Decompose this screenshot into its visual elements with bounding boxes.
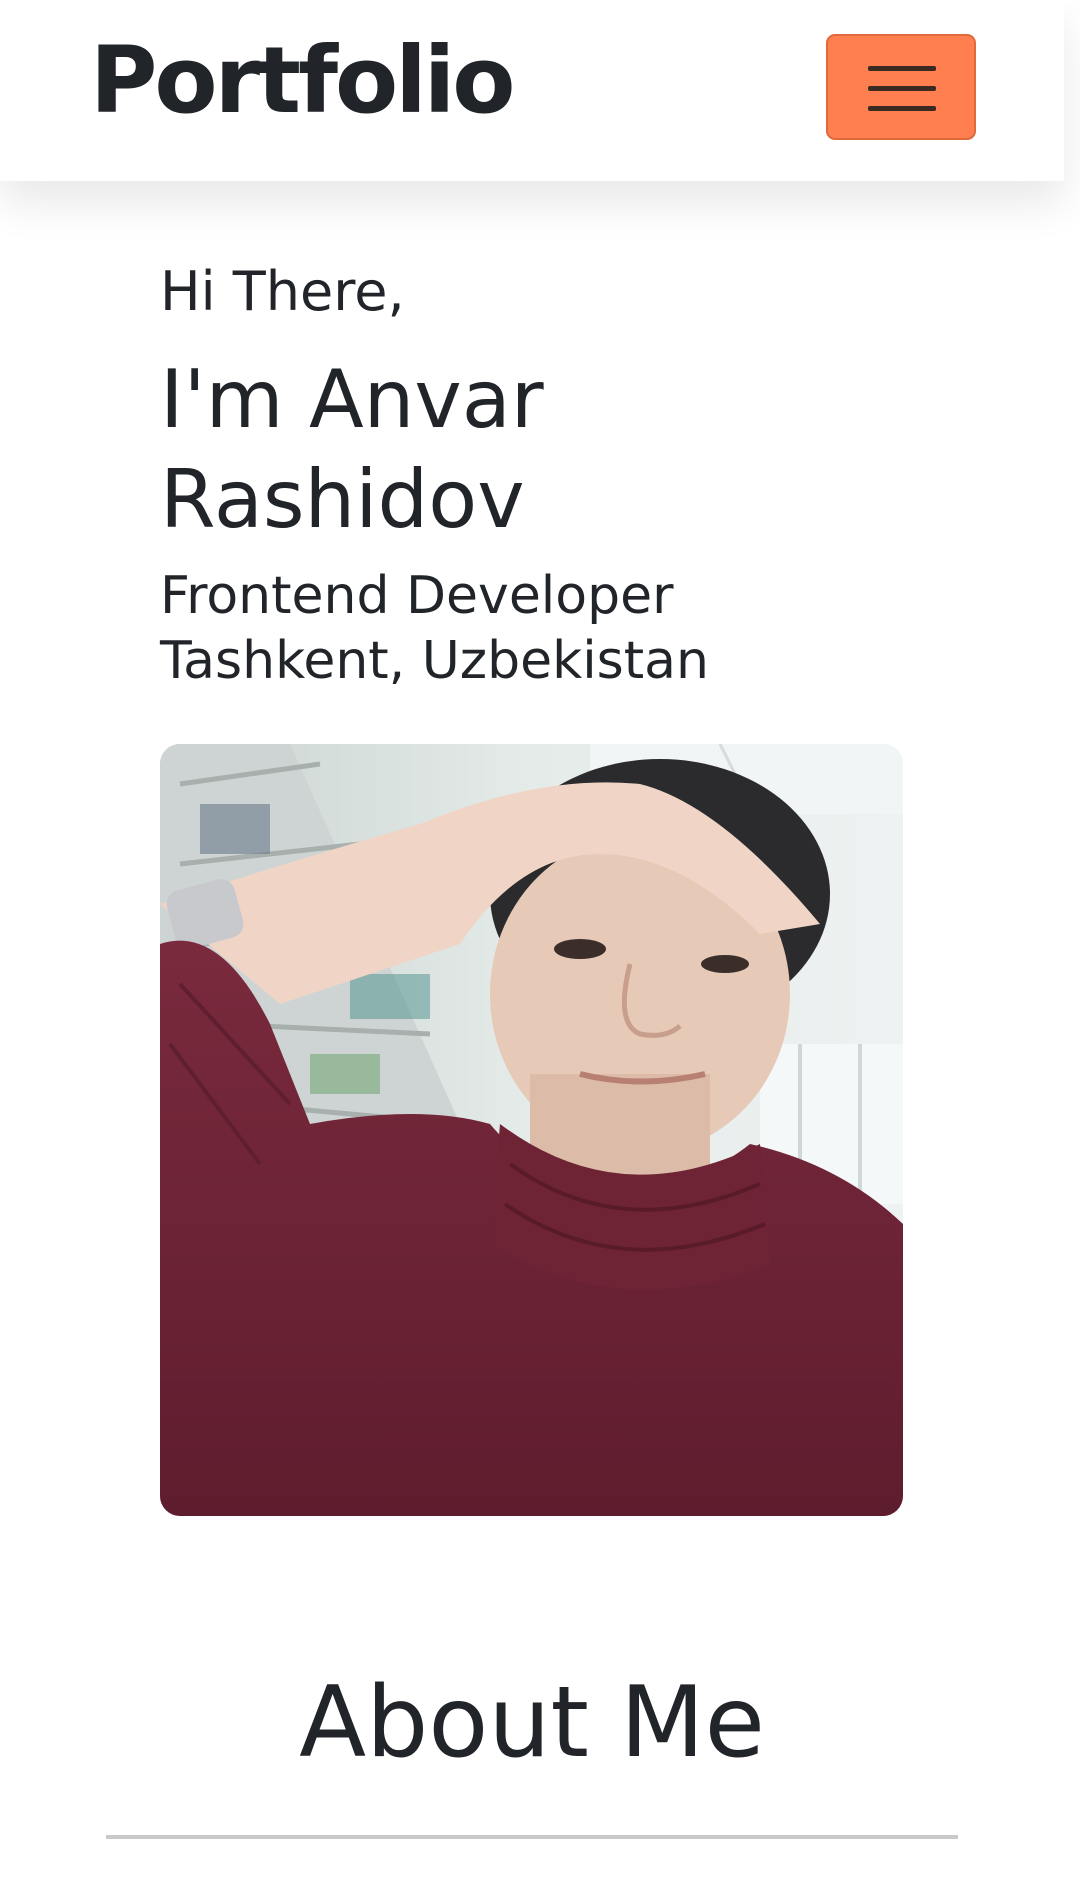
hero-name: I'm Anvar Rashidov — [160, 353, 544, 546]
brand-logo[interactable]: Portfolio — [90, 30, 515, 131]
navbar: Portfolio — [0, 0, 1064, 181]
menu-toggle-button[interactable] — [826, 34, 976, 140]
hero-role: Frontend Developer — [160, 566, 674, 626]
profile-photo — [160, 744, 903, 1516]
about-me-heading: About Me — [299, 1666, 765, 1780]
section-divider — [106, 1835, 958, 1839]
hero-greeting: Hi There, — [160, 260, 405, 323]
hero-location: Tashkent, Uzbekistan — [160, 631, 709, 691]
hamburger-menu-icon — [868, 66, 936, 111]
